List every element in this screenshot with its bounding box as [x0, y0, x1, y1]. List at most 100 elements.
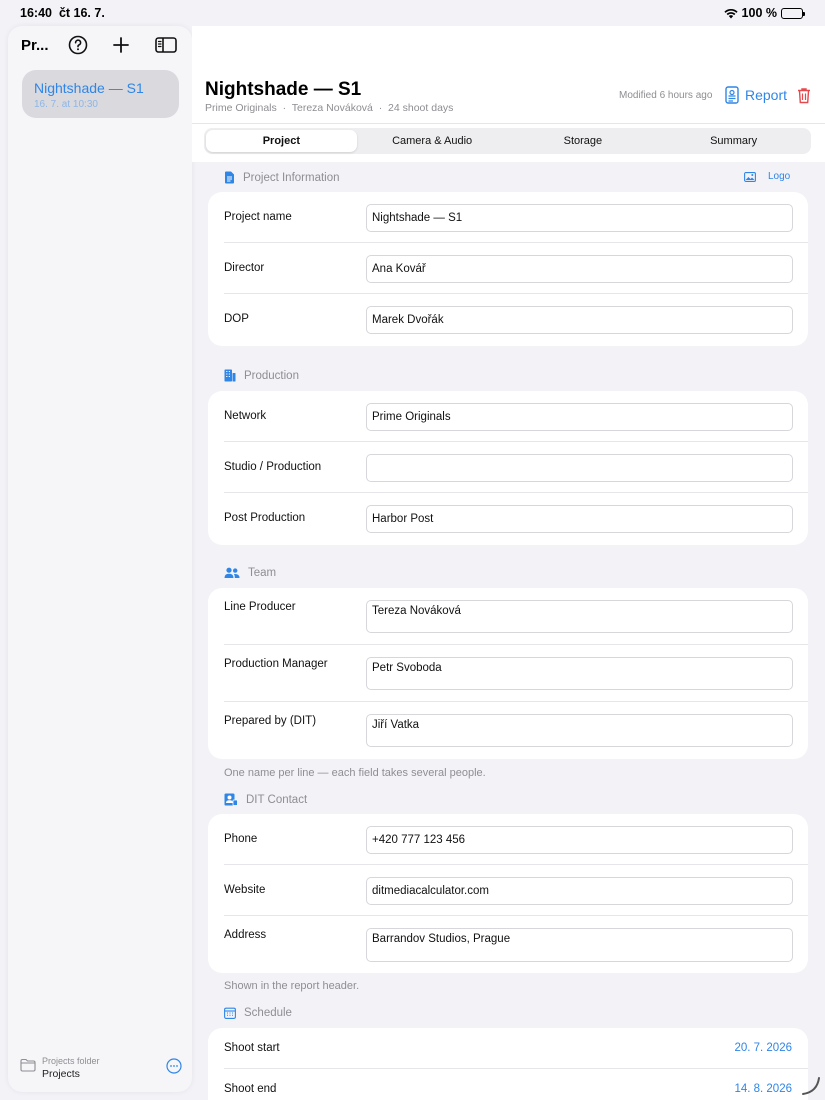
- help-icon: [68, 35, 88, 55]
- section-title: Team: [248, 567, 277, 579]
- dit-contact-card: Phone +420 777 123 456 Website ditmediac…: [208, 814, 808, 973]
- contact-card-icon: [224, 793, 238, 806]
- tab-storage[interactable]: Storage: [508, 130, 659, 152]
- calendar-icon: [224, 1007, 236, 1019]
- section-production: Production: [224, 369, 299, 382]
- image-icon: [744, 171, 756, 182]
- row-label: Prepared by (DIT): [224, 715, 317, 727]
- project-information-card: Project name Nightshade — S1 Director An…: [208, 192, 808, 346]
- section-title: Project Information: [243, 171, 340, 184]
- sidebar-title[interactable]: Pr...: [21, 37, 49, 54]
- battery-icon: [781, 7, 805, 19]
- shoot-end-date-picker[interactable]: 14. 8. 2026: [734, 1083, 792, 1095]
- status-date: čt 16. 7.: [58, 6, 105, 20]
- dop-field[interactable]: Marek Dvořák: [366, 306, 793, 334]
- row-label: Production Manager: [224, 658, 328, 670]
- post-production-field[interactable]: Harbor Post: [366, 505, 793, 533]
- sidebar-footer: Projects folder Projects: [8, 1046, 192, 1092]
- production-manager-field[interactable]: Petr Svoboda: [366, 657, 793, 690]
- website-field[interactable]: ditmediacalculator.com: [366, 877, 793, 905]
- row-divider: [224, 293, 808, 294]
- status-time: 16:40 čt 16. 7.: [20, 6, 105, 20]
- project-list-item-title: Nightshade — S1: [34, 80, 144, 96]
- modified-label: Modified 6 hours ago: [619, 90, 713, 101]
- tab-bar: Project Camera & Audio Storage Summary: [204, 128, 811, 154]
- status-right: 100 %: [723, 6, 805, 20]
- row-label: Phone: [224, 833, 258, 845]
- tab-camera-audio[interactable]: Camera & Audio: [357, 130, 508, 152]
- main-header: Nightshade — S1 Prime Originals · Tereza…: [192, 26, 825, 162]
- project-list-item[interactable]: Nightshade — S1 16. 7. at 10:30: [22, 70, 179, 118]
- studio-production-field[interactable]: [366, 454, 793, 482]
- section-title: DIT Contact: [246, 793, 308, 806]
- report-button-label: Report: [745, 87, 788, 103]
- row-divider: [224, 242, 808, 243]
- line-producer-field[interactable]: Tereza Nováková: [366, 600, 793, 633]
- status-clock: 16:40: [20, 6, 52, 20]
- section-schedule: Schedule: [224, 1007, 292, 1019]
- network-field[interactable]: Prime Originals: [366, 403, 793, 431]
- report-icon: [725, 86, 739, 104]
- wifi-icon: [723, 8, 738, 18]
- row-divider: [224, 441, 808, 442]
- trash-icon: [798, 88, 810, 104]
- add-project-button[interactable]: [110, 34, 132, 56]
- row-label: Shoot start: [224, 1042, 280, 1054]
- row-label: Address: [224, 929, 267, 941]
- schedule-card: Shoot start 20. 7. 2026 Shoot end 14. 8.…: [208, 1028, 808, 1100]
- sidebar: Pr... Nightshade — S1 16. 7. at 10:30 Pr…: [8, 26, 192, 1092]
- plus-icon: [113, 37, 129, 53]
- tab-summary[interactable]: Summary: [658, 130, 809, 152]
- row-divider: [224, 644, 808, 645]
- battery-percent: 100 %: [741, 6, 777, 20]
- header-divider: [192, 123, 825, 124]
- director-field[interactable]: Ana Kovář: [366, 255, 793, 283]
- folder-name[interactable]: Projects: [42, 1068, 80, 1080]
- row-divider: [224, 1068, 808, 1069]
- shoot-start-date-picker[interactable]: 20. 7. 2026: [734, 1042, 792, 1054]
- report-button[interactable]: Report: [725, 86, 787, 104]
- dit-contact-footnote: Shown in the report header.: [224, 980, 360, 992]
- row-divider: [224, 864, 808, 865]
- row-label: Post Production: [224, 512, 306, 524]
- row-label: Director: [224, 262, 265, 274]
- more-options-icon[interactable]: [166, 1058, 182, 1074]
- address-field[interactable]: Barrandov Studios, Prague: [366, 928, 793, 962]
- logo-label: Logo: [768, 171, 791, 182]
- section-title: Production: [244, 369, 299, 382]
- row-divider: [224, 915, 808, 916]
- section-project-information: Project Information: [224, 171, 340, 184]
- row-label: DOP: [224, 313, 249, 325]
- row-label: Project name: [224, 211, 292, 223]
- row-label: Line Producer: [224, 601, 296, 613]
- project-name-field[interactable]: Nightshade — S1: [366, 204, 793, 232]
- team-card: Line Producer Tereza Nováková Production…: [208, 588, 808, 759]
- building-icon: [224, 369, 236, 382]
- status-bar: 16:40 čt 16. 7. 100 %: [0, 0, 825, 26]
- delete-button[interactable]: [797, 87, 811, 109]
- people-icon: [224, 567, 240, 578]
- phone-field[interactable]: +420 777 123 456: [366, 826, 793, 854]
- row-label: Network: [224, 410, 267, 422]
- resize-handle-icon[interactable]: [801, 1076, 821, 1096]
- team-footnote: One name per line — each field takes sev…: [224, 767, 486, 779]
- toggle-sidebar-button[interactable]: [155, 34, 177, 56]
- production-card: Network Prime Originals Studio / Product…: [208, 391, 808, 545]
- row-label: Shoot end: [224, 1083, 277, 1095]
- sidebar-toggle-icon: [155, 37, 177, 53]
- row-divider: [224, 492, 808, 493]
- section-title: Schedule: [244, 1007, 292, 1019]
- document-icon: [225, 171, 234, 184]
- folder-caption: Projects folder: [42, 1056, 100, 1066]
- page-title: Nightshade — S1: [205, 79, 362, 100]
- tab-project[interactable]: Project: [206, 130, 357, 152]
- row-divider: [224, 701, 808, 702]
- logo-button[interactable]: Logo: [744, 171, 790, 182]
- section-dit-contact: DIT Contact: [224, 793, 307, 806]
- page-subtitle: Prime Originals · Tereza Nováková · 24 s…: [205, 102, 454, 114]
- section-team: Team: [224, 567, 276, 579]
- sidebar-toolbar: Pr...: [8, 26, 192, 64]
- prepared-by-field[interactable]: Jiří Vatka: [366, 714, 793, 747]
- project-list-item-date: 16. 7. at 10:30: [34, 99, 98, 110]
- help-button[interactable]: [67, 34, 89, 56]
